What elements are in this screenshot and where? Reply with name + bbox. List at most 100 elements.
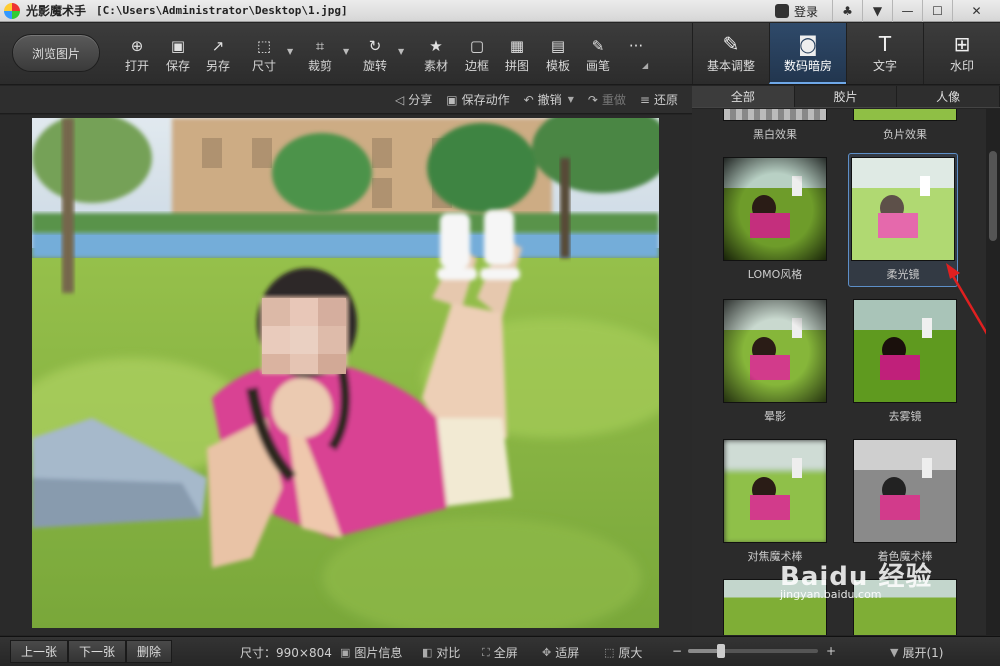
compare-button[interactable]: ◧ 对比 bbox=[422, 644, 460, 661]
lomo-thumbnail-image bbox=[724, 158, 826, 260]
share-button[interactable]: ◁ 分享 bbox=[395, 91, 432, 108]
fit-screen-button[interactable]: ✥ 适屏 bbox=[542, 644, 579, 661]
expand-label: 展开(1) bbox=[902, 646, 944, 660]
zoom-slider-knob[interactable] bbox=[716, 644, 725, 658]
zoom-slider[interactable] bbox=[688, 644, 818, 658]
restore-label: 还原 bbox=[653, 93, 678, 107]
colorize-thumbnail-image bbox=[854, 440, 956, 542]
photo-image bbox=[32, 118, 659, 628]
image-canvas[interactable] bbox=[0, 115, 692, 635]
restore-icon: ≡ bbox=[639, 92, 650, 107]
minimize-button[interactable]: — bbox=[892, 0, 922, 22]
maximize-button[interactable]: ☐ bbox=[922, 0, 952, 22]
zoom-slider-fill bbox=[688, 649, 721, 653]
save-as-icon: ↗ bbox=[211, 37, 225, 55]
tab-digital-darkroom[interactable]: ◙ 数码暗房 bbox=[769, 23, 846, 84]
collage-button[interactable]: ▦ 拼图 bbox=[499, 37, 535, 74]
filter-item[interactable] bbox=[850, 579, 960, 635]
rotate-dropdown-icon[interactable]: ▼ bbox=[398, 47, 404, 56]
crop-button[interactable]: ⌗ 裁剪 bbox=[302, 37, 338, 74]
filter-item[interactable] bbox=[720, 579, 830, 635]
prev-image-button[interactable]: 上一张 bbox=[10, 640, 69, 663]
image-info-label: 图片信息 bbox=[354, 646, 403, 660]
crop-label: 裁剪 bbox=[307, 59, 332, 73]
filter-thumbnail bbox=[853, 439, 957, 543]
rotate-label: 旋转 bbox=[362, 59, 387, 73]
expand-button[interactable]: ▼ 展开(1) bbox=[890, 644, 943, 661]
share-icon: ◁ bbox=[395, 92, 405, 107]
save-button[interactable]: ▣ 保存 bbox=[160, 37, 196, 74]
login-button[interactable]: 登录 bbox=[774, 3, 818, 20]
watermark-icon: ⊞ bbox=[953, 32, 971, 56]
original-size-button[interactable]: ⬚ 原大 bbox=[604, 644, 642, 661]
more-tools-button[interactable]: ··· bbox=[618, 37, 654, 55]
delete-button[interactable]: 删除 bbox=[126, 640, 173, 663]
annotation-arrow-icon bbox=[946, 263, 986, 335]
category-portrait[interactable]: 人像 bbox=[897, 86, 1000, 107]
filter-label: 去雾镜 bbox=[888, 410, 922, 423]
tab-watermark[interactable]: ⊞ 水印 bbox=[923, 23, 1000, 84]
original-size-icon: ⬚ bbox=[604, 646, 615, 659]
redo-label: 重做 bbox=[601, 93, 626, 107]
restore-button[interactable]: ≡ 还原 bbox=[640, 91, 678, 108]
next-image-button[interactable]: 下一张 bbox=[68, 640, 127, 663]
resize-icon: ⬚ bbox=[256, 37, 272, 55]
filter-category-bar: 全部 胶片 人像 bbox=[692, 86, 1000, 108]
filter-scrollbar-thumb[interactable] bbox=[989, 151, 997, 241]
frame-button[interactable]: ▢ 边框 bbox=[459, 37, 495, 74]
fullscreen-label: 全屏 bbox=[493, 646, 518, 660]
main-toolbar: 浏览图片 ⊕ 打开 ▣ 保存 ↗ 另存 ⬚ 尺寸 ▼ ⌗ 裁剪 ▼ ↻ 旋转 ▼… bbox=[0, 23, 692, 85]
app-logo-icon bbox=[4, 2, 20, 19]
status-bar: 上一张 下一张 删除 尺寸：990×804 ▣ 图片信息 ◧ 对比 ⛶ 全屏 ✥… bbox=[0, 636, 1000, 666]
open-button[interactable]: ⊕ 打开 bbox=[119, 37, 155, 74]
undo-dropdown-icon[interactable]: ▼ bbox=[568, 95, 574, 104]
save-action-button[interactable]: ▣ 保存动作 bbox=[446, 91, 509, 108]
tab-basic-adjust-label: 基本调整 bbox=[706, 59, 755, 73]
compare-icon: ◧ bbox=[422, 646, 433, 659]
filter-list: 黑白效果 负片效果 LOMO风格 柔光镜 晕影 去雾镜 对焦魔术棒 着色魔术棒 bbox=[692, 109, 986, 635]
text-icon: T bbox=[878, 32, 892, 56]
menu-button[interactable]: ▼ bbox=[862, 0, 892, 22]
filter-item[interactable]: 晕影 bbox=[720, 299, 830, 424]
filter-item[interactable]: 对焦魔术棒 bbox=[720, 439, 830, 564]
category-film[interactable]: 胶片 bbox=[795, 86, 898, 107]
open-label: 打开 bbox=[124, 59, 149, 73]
frame-icon: ▢ bbox=[469, 37, 485, 55]
crop-dropdown-icon[interactable]: ▼ bbox=[343, 47, 349, 56]
adjust-icon: ✎ bbox=[722, 32, 740, 56]
template-button[interactable]: ▤ 模板 bbox=[540, 37, 576, 74]
redo-button[interactable]: ↷ 重做 bbox=[588, 91, 626, 108]
close-button[interactable]: ✕ bbox=[952, 0, 1000, 22]
darkroom-icon: ◙ bbox=[798, 32, 818, 56]
photo[interactable] bbox=[32, 118, 659, 628]
image-info-button[interactable]: ▣ 图片信息 bbox=[340, 644, 402, 661]
undo-button[interactable]: ↶ 撤销 bbox=[524, 91, 562, 108]
filter-item[interactable]: 负片效果 bbox=[850, 109, 960, 142]
sticker-label: 素材 bbox=[423, 59, 448, 73]
resize-button[interactable]: ⬚ 尺寸 bbox=[246, 37, 282, 74]
sticker-button[interactable]: ★ 素材 bbox=[418, 37, 454, 74]
zoom-in-button[interactable]: + bbox=[826, 644, 836, 658]
share-label: 分享 bbox=[408, 93, 433, 107]
category-all[interactable]: 全部 bbox=[692, 86, 795, 107]
rotate-button[interactable]: ↻ 旋转 bbox=[357, 37, 393, 74]
focus-thumbnail-image bbox=[724, 440, 826, 542]
filter-item[interactable]: 黑白效果 bbox=[720, 109, 830, 142]
filter-item[interactable]: LOMO风格 bbox=[720, 157, 830, 282]
title-bar: 光影魔术手 [C:\Users\Administrator\Desktop\1.… bbox=[0, 0, 1000, 22]
save-action-label: 保存动作 bbox=[461, 93, 510, 107]
save-as-label: 另存 bbox=[205, 59, 230, 73]
filter-scrollbar[interactable] bbox=[986, 109, 1000, 635]
tab-basic-adjust[interactable]: ✎ 基本调整 bbox=[692, 23, 769, 84]
more-arrow-icon[interactable]: ◢ bbox=[642, 61, 648, 70]
save-as-button[interactable]: ↗ 另存 bbox=[200, 37, 236, 74]
skin-button[interactable]: ♣ bbox=[832, 0, 862, 22]
brush-button[interactable]: ✎ 画笔 bbox=[580, 37, 616, 74]
fullscreen-button[interactable]: ⛶ 全屏 bbox=[482, 644, 518, 661]
resize-dropdown-icon[interactable]: ▼ bbox=[287, 47, 293, 56]
filter-item[interactable]: 着色魔术棒 bbox=[850, 439, 960, 564]
tab-text[interactable]: T 文字 bbox=[846, 23, 923, 84]
zoom-out-button[interactable]: − bbox=[672, 644, 682, 658]
browse-images-button[interactable]: 浏览图片 bbox=[12, 34, 100, 72]
filter-thumbnail bbox=[723, 157, 827, 261]
